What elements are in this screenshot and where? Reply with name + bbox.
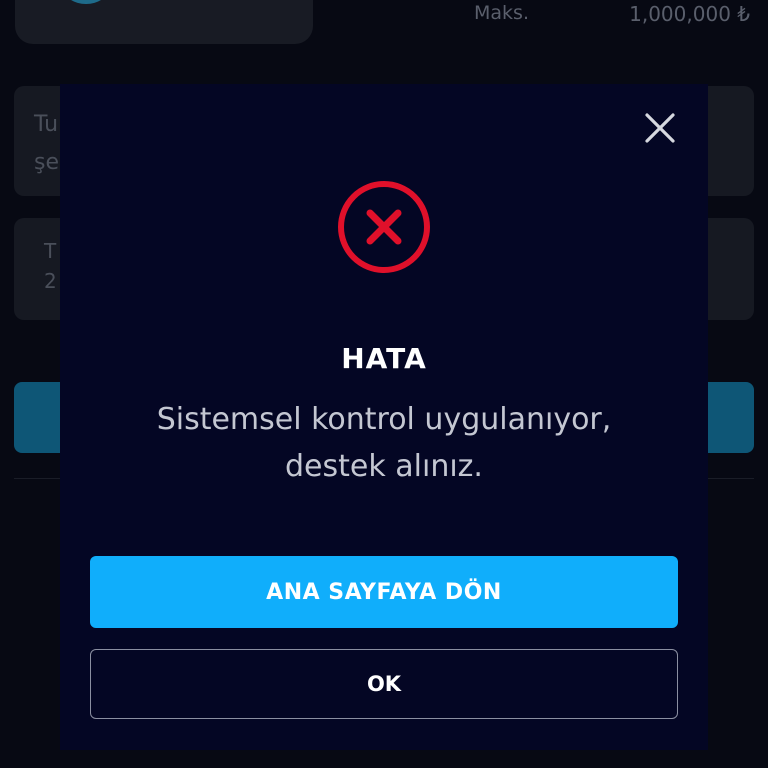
- ok-button[interactable]: OK: [90, 649, 678, 719]
- error-modal: HATA Sistemsel kontrol uygulanıyor, dest…: [60, 84, 708, 750]
- modal-title: HATA: [341, 342, 427, 375]
- app-screen: Maks. 1,000,000 ₺ Tu şe T 2 HATA Sistems…: [0, 0, 768, 768]
- max-limit-label: Maks.: [474, 2, 529, 24]
- close-button[interactable]: [640, 108, 680, 148]
- modal-message: Sistemsel kontrol uygulanıyor, destek al…: [90, 396, 678, 490]
- background-box-text: Tu şe: [34, 112, 59, 175]
- background-card: [15, 0, 313, 44]
- modal-message-line: destek alınız.: [285, 449, 483, 484]
- error-x-circle-icon: [338, 181, 430, 273]
- background-box-text: T 2: [44, 239, 57, 293]
- home-button[interactable]: ANA SAYFAYA DÖN: [90, 556, 678, 628]
- close-icon: [645, 113, 675, 143]
- modal-message-line: Sistemsel kontrol uygulanıyor,: [156, 402, 612, 437]
- max-limit-value: 1,000,000 ₺: [629, 2, 750, 26]
